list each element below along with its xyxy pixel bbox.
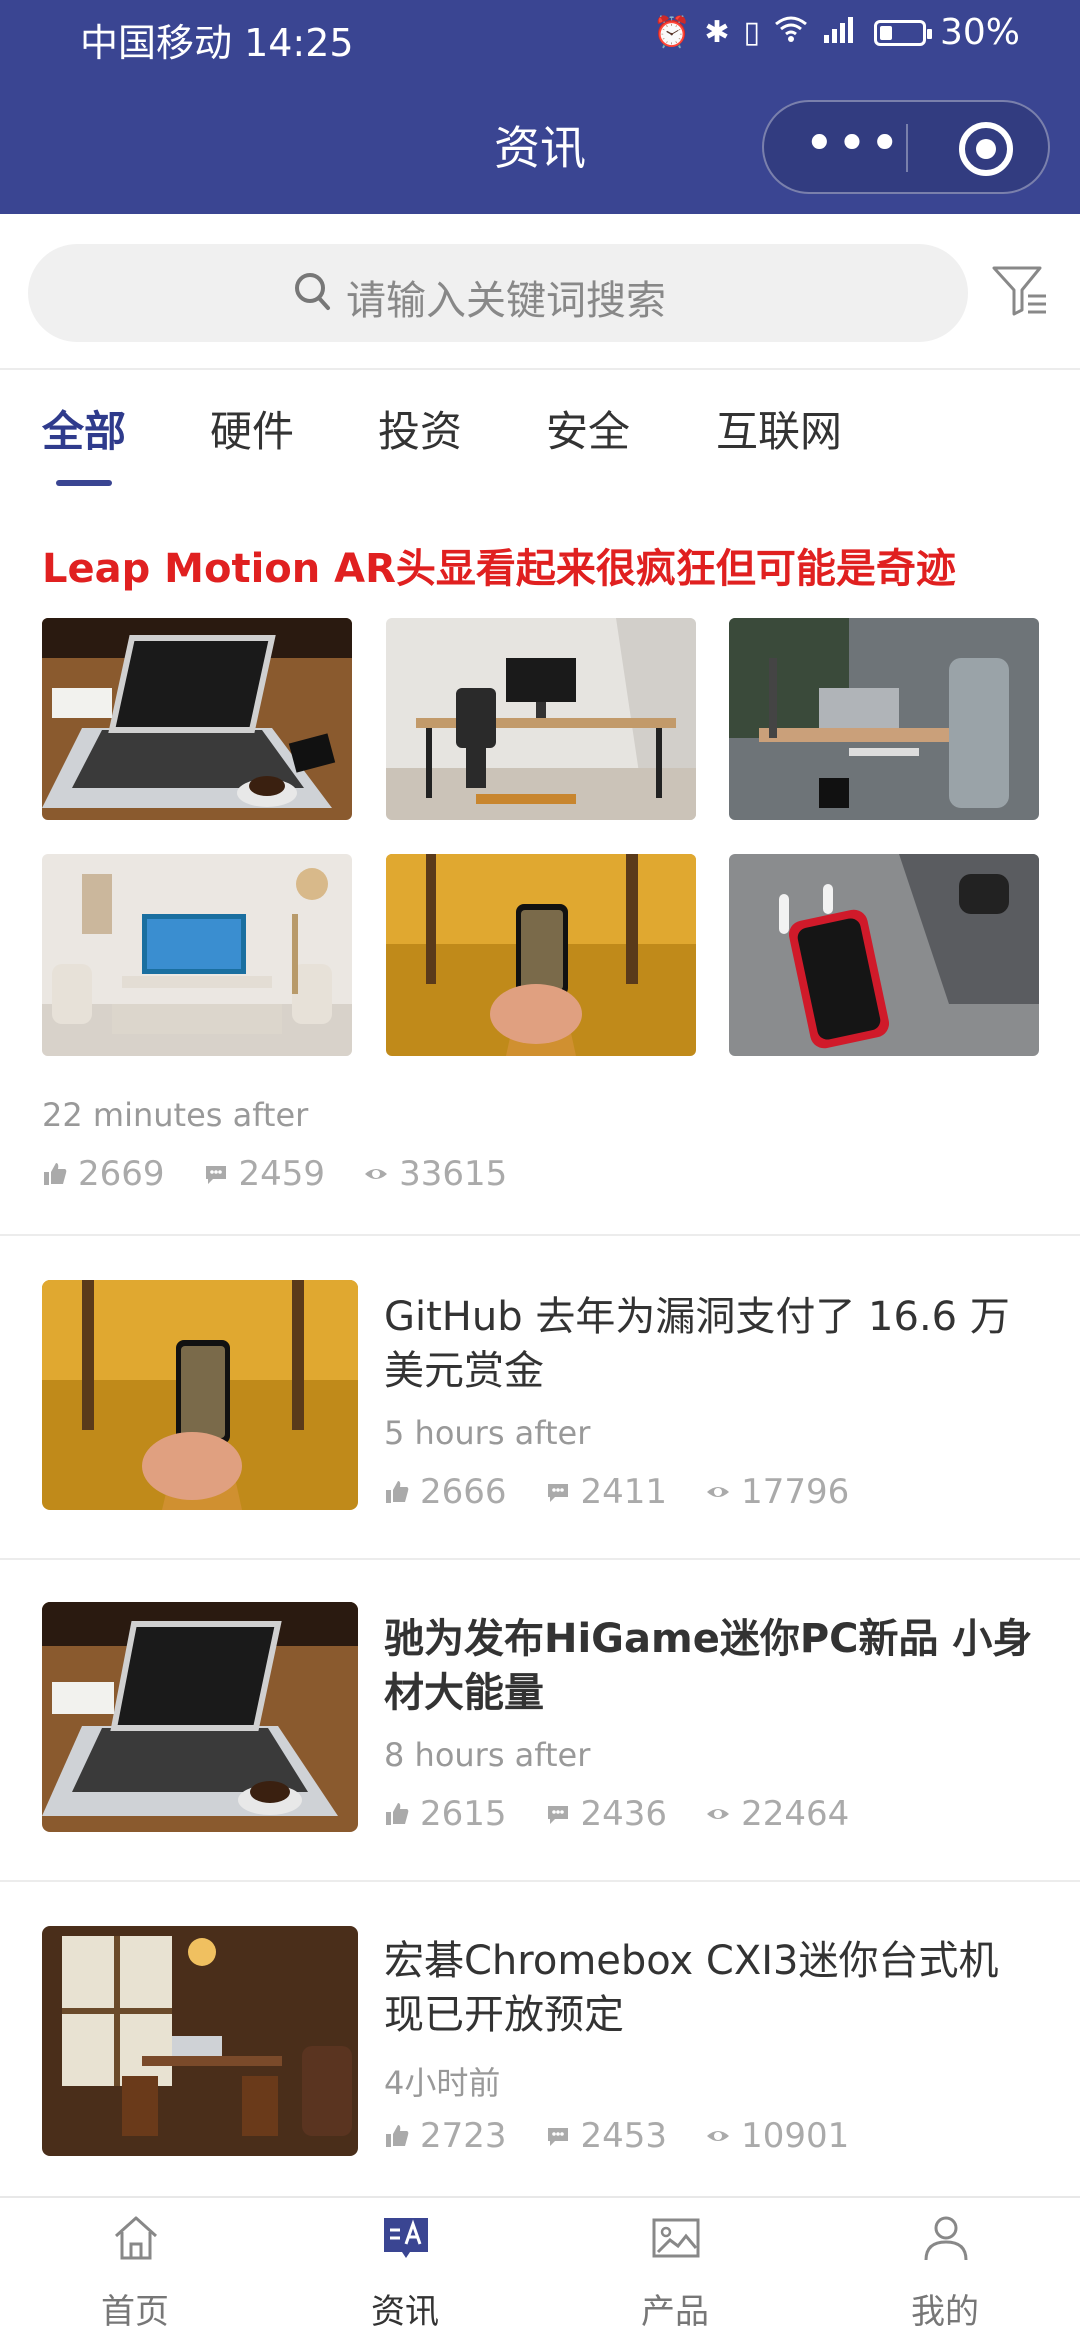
featured-article-title[interactable]: Leap Motion AR头显看起来很疯狂但可能是奇迹	[42, 536, 956, 594]
eye-icon	[707, 1487, 730, 1497]
article-thumbnail[interactable]	[42, 1280, 358, 1510]
view-count: 10901	[741, 2116, 850, 2156]
article-time: 5 hours after	[384, 1414, 591, 1452]
article-stats: 2615 2436 22464	[384, 1794, 887, 1834]
status-bar: 中国移动 14:25 ⏰ ✱ ▯ 30%	[0, 0, 1080, 74]
like-count: 2669	[78, 1154, 165, 1194]
tab-internet[interactable]: 互联网	[716, 398, 842, 459]
wifi-icon	[774, 15, 808, 51]
comment-count: 2436	[580, 1794, 668, 1834]
comment-count: 2459	[238, 1154, 326, 1194]
comment-stat[interactable]: 2459	[203, 1154, 326, 1194]
comment-stat[interactable]: 2436	[545, 1794, 668, 1834]
bottom-nav: 首页 资讯 产品 我的	[0, 2196, 1080, 2342]
status-icons: ⏰ ✱ ▯ 30%	[653, 12, 1020, 53]
thumbs-up-icon	[386, 1803, 409, 1825]
eye-icon	[707, 1809, 730, 1819]
search-icon	[295, 273, 330, 310]
tab-investment[interactable]: 投资	[378, 398, 462, 459]
active-tab-indicator	[56, 480, 112, 486]
comment-icon	[547, 1484, 568, 1502]
article-thumbnail[interactable]	[42, 1602, 358, 1832]
like-count: 2666	[420, 1472, 507, 1512]
featured-image-office-chair[interactable]	[729, 618, 1039, 820]
nav-home-label: 首页	[101, 2292, 169, 2332]
filter-icon[interactable]	[990, 260, 1050, 320]
view-stat: 33615	[363, 1154, 507, 1194]
alarm-icon: ⏰	[652, 15, 691, 50]
article-time: 8 hours after	[384, 1736, 591, 1774]
divider	[0, 368, 1080, 370]
comment-icon	[547, 1806, 568, 1824]
image-icon	[652, 2218, 700, 2258]
carrier-time: 中国移动 14:25	[80, 21, 354, 65]
like-stat[interactable]: 2723	[384, 2116, 507, 2156]
divider	[0, 1558, 1080, 1560]
battery-percent: 30%	[939, 12, 1020, 53]
article-stats: 2666 2411 17796	[384, 1472, 887, 1512]
vibrate-icon: ▯	[743, 15, 760, 50]
close-target-button[interactable]	[959, 122, 1013, 176]
article-title[interactable]: 宏碁Chromebox CXI3迷你台式机现已开放预定	[384, 1934, 1034, 2042]
capsule-divider	[906, 124, 908, 172]
search-input[interactable]: 请输入关键词搜索	[28, 244, 968, 342]
nav-profile[interactable]: 我的	[810, 2198, 1080, 2342]
like-stat[interactable]: 2669	[42, 1154, 165, 1194]
more-button[interactable]: •••	[804, 118, 900, 170]
article-stats: 2723 2453 10901	[384, 2116, 887, 2156]
news-icon	[384, 2218, 428, 2258]
article-time: 4小时前	[384, 2064, 501, 2102]
comment-icon	[547, 2128, 568, 2146]
view-count: 22464	[741, 1794, 850, 1834]
featured-image-living-room[interactable]	[42, 854, 352, 1056]
tab-security[interactable]: 安全	[546, 398, 630, 459]
like-count: 2615	[420, 1794, 507, 1834]
like-count: 2723	[420, 2116, 507, 2156]
bluetooth-icon: ✱	[704, 15, 730, 50]
signal-icon	[822, 15, 860, 51]
nav-products-label: 产品	[641, 2292, 709, 2332]
user-icon	[924, 2216, 968, 2261]
nav-profile-label: 我的	[911, 2292, 979, 2332]
comment-stat[interactable]: 2411	[545, 1472, 668, 1512]
comment-count: 2411	[580, 1472, 668, 1512]
article-title[interactable]: GitHub 去年为漏洞支付了 16.6 万美元赏金	[384, 1290, 1034, 1398]
tab-hardware[interactable]: 硬件	[210, 398, 294, 459]
featured-image-autumn-phone[interactable]	[386, 854, 696, 1056]
comment-icon	[205, 1166, 226, 1184]
thumbs-up-icon	[386, 2125, 409, 2147]
view-stat: 22464	[705, 1794, 849, 1834]
featured-image-desk-setup[interactable]	[386, 618, 696, 820]
article-thumbnail[interactable]	[42, 1926, 358, 2156]
nav-home[interactable]: 首页	[0, 2198, 270, 2342]
eye-icon	[365, 1169, 388, 1179]
like-stat[interactable]: 2666	[384, 1472, 507, 1512]
nav-news-label: 资讯	[371, 2292, 439, 2332]
header-bar: 中国移动 14:25 ⏰ ✱ ▯ 30% 资讯 •••	[0, 0, 1080, 214]
view-count: 33615	[399, 1154, 508, 1194]
view-stat: 10901	[705, 2116, 849, 2156]
nav-products[interactable]: 产品	[540, 2198, 810, 2342]
tab-all[interactable]: 全部	[42, 398, 126, 459]
nav-news[interactable]: 资讯	[270, 2198, 540, 2342]
article-title[interactable]: 驰为发布HiGame迷你PC新品 小身材大能量	[384, 1612, 1034, 1720]
featured-stats: 2669 2459 33615	[42, 1154, 545, 1194]
divider	[0, 1234, 1080, 1236]
view-stat: 17796	[705, 1472, 849, 1512]
thumbs-up-icon	[386, 1481, 409, 1503]
featured-image-red-phone[interactable]	[729, 854, 1039, 1056]
mini-program-capsule: •••	[762, 100, 1050, 194]
comment-count: 2453	[580, 2116, 668, 2156]
divider	[0, 1880, 1080, 1882]
featured-image-laptop[interactable]	[42, 618, 352, 820]
search-placeholder: 请输入关键词搜索	[346, 278, 666, 324]
thumbs-up-icon	[44, 1163, 67, 1185]
eye-icon	[707, 2131, 730, 2141]
featured-time: 22 minutes after	[42, 1096, 309, 1134]
view-count: 17796	[741, 1472, 850, 1512]
battery-icon	[873, 19, 932, 46]
like-stat[interactable]: 2615	[384, 1794, 507, 1834]
home-icon	[114, 2216, 158, 2260]
comment-stat[interactable]: 2453	[545, 2116, 668, 2156]
